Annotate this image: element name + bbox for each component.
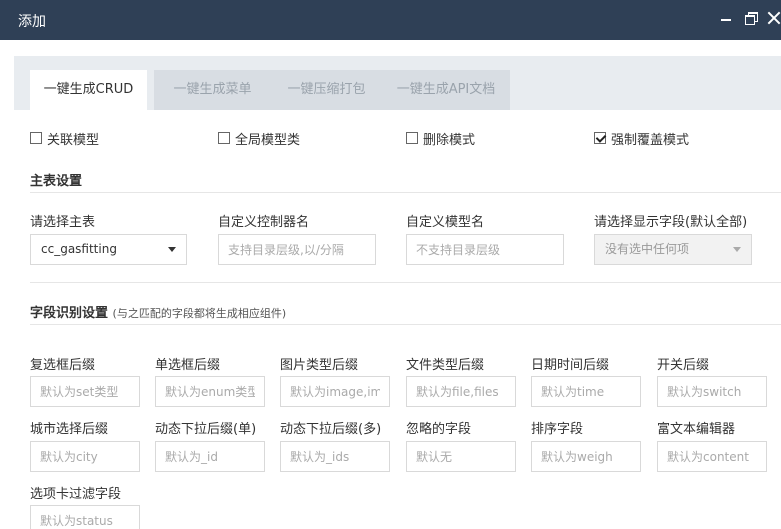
datetime-suffix-input[interactable] [531, 376, 641, 407]
delete-mode-checkbox[interactable]: 删除模式 [406, 130, 476, 148]
sort-field-input[interactable] [531, 441, 641, 472]
field-section-title: 字段识别设置 (与之匹配的字段都将生成相应组件) [30, 302, 286, 321]
caret-down-icon [733, 247, 741, 252]
section-note: (与之匹配的字段都将生成相应组件) [112, 307, 287, 320]
display-fields-select[interactable]: 没有选中任何项 [594, 234, 752, 265]
main-table-label: 请选择主表 [30, 215, 96, 230]
window-title: 添加 [18, 14, 46, 30]
switch-suffix-input[interactable] [657, 376, 767, 407]
sort-field-label: 排序字段 [531, 422, 584, 437]
model-name-label: 自定义模型名 [406, 215, 485, 230]
image-suffix-label: 图片类型后缀 [280, 358, 359, 373]
file-suffix-label: 文件类型后缀 [406, 358, 485, 373]
tab-filter-field-input[interactable] [30, 505, 140, 529]
checkbox-box-checked[interactable] [594, 132, 606, 144]
main-table-section-title: 主表设置 [30, 170, 82, 189]
section-title-text: 主表设置 [30, 174, 83, 189]
checkbox-label: 关联模型 [47, 132, 100, 148]
controller-name-input[interactable] [218, 234, 376, 265]
divider [30, 192, 781, 193]
relation-model-checkbox[interactable]: 关联模型 [30, 130, 100, 148]
datetime-suffix-label: 日期时间后缀 [531, 358, 610, 373]
checkbox-label: 删除模式 [423, 132, 476, 148]
global-model-checkbox[interactable]: 全局模型类 [218, 130, 301, 148]
tab-generate-menu[interactable]: 一键生成菜单 [154, 70, 271, 110]
dynamic-select-multi-label: 动态下拉后缀(多) [280, 422, 382, 437]
tab-bar: 一键生成CRUD 一键生成菜单 一键压缩打包 一键生成API文档 [14, 56, 781, 110]
checkbox-suffix-label: 复选框后缀 [30, 358, 96, 373]
caret-down-icon [168, 247, 176, 252]
display-fields-label: 请选择显示字段(默认全部) [594, 215, 748, 230]
dynamic-select-single-input[interactable] [155, 441, 265, 472]
tab-generate-crud[interactable]: 一键生成CRUD [30, 70, 147, 110]
image-suffix-input[interactable] [280, 376, 390, 407]
force-overwrite-checkbox[interactable]: 强制覆盖模式 [594, 130, 690, 148]
checkbox-box[interactable] [30, 132, 42, 144]
rich-text-editor-label: 富文本编辑器 [657, 422, 736, 437]
checkbox-label: 强制覆盖模式 [611, 132, 690, 148]
ignored-fields-label: 忽略的字段 [406, 422, 472, 437]
checkbox-suffix-input[interactable] [30, 376, 140, 407]
window-titlebar: 添加 [0, 0, 781, 40]
divider [30, 324, 781, 325]
main-table-value: cc_gasfitting [41, 242, 117, 256]
model-name-input[interactable] [406, 234, 564, 265]
display-fields-value: 没有选中任何项 [605, 242, 690, 256]
ignored-fields-input[interactable] [406, 441, 516, 472]
tab-filter-field-label: 选项卡过滤字段 [30, 487, 122, 502]
switch-suffix-label: 开关后缀 [657, 358, 710, 373]
minimize-icon[interactable] [719, 10, 735, 26]
file-suffix-input[interactable] [406, 376, 516, 407]
controller-name-label: 自定义控制器名 [218, 215, 310, 230]
main-table-select[interactable]: cc_gasfitting [30, 234, 187, 265]
divider [30, 282, 781, 283]
section-title-text: 字段识别设置 [30, 306, 109, 321]
dynamic-select-multi-input[interactable] [280, 441, 390, 472]
tab-compress-package[interactable]: 一键压缩打包 [268, 70, 385, 110]
checkbox-box[interactable] [406, 132, 418, 144]
radio-suffix-input[interactable] [155, 376, 265, 407]
maximize-icon[interactable] [744, 10, 760, 26]
checkbox-label: 全局模型类 [235, 132, 301, 148]
rich-text-editor-input[interactable] [657, 441, 767, 472]
tab-generate-api-docs[interactable]: 一键生成API文档 [382, 70, 510, 110]
city-suffix-label: 城市选择后缀 [30, 422, 109, 437]
checkbox-box[interactable] [218, 132, 230, 144]
close-icon[interactable] [766, 10, 781, 26]
radio-suffix-label: 单选框后缀 [155, 358, 221, 373]
city-suffix-input[interactable] [30, 441, 140, 472]
dynamic-select-single-label: 动态下拉后缀(单) [155, 422, 257, 437]
